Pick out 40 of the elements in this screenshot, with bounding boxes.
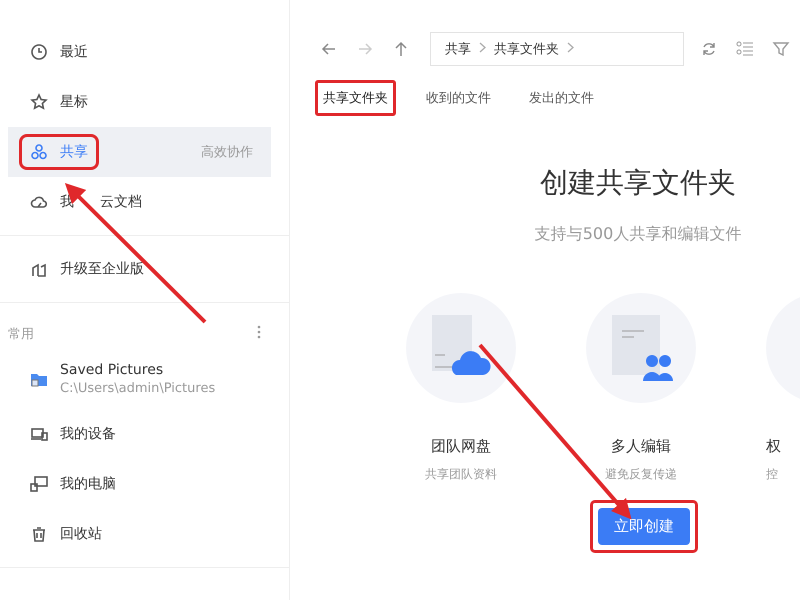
feature-title: 权 [766, 437, 781, 456]
clock-icon [30, 43, 48, 61]
section-heading: 常用 [8, 326, 34, 343]
create-button[interactable]: 立即创建 [598, 508, 690, 545]
item-label: 我的电脑 [60, 475, 116, 493]
feature-title: 多人编辑 [611, 437, 671, 456]
item-label: 升级至企业版 [60, 260, 144, 278]
sidebar-item[interactable]: Saved Pictures C:\Users\admin\Pictures [8, 349, 271, 409]
sidebar-item[interactable]: 回收站 [8, 509, 271, 559]
item-note: 高效协作 [201, 144, 253, 161]
devices-icon [30, 425, 48, 443]
sidebar-item[interactable]: 我的电脑 [8, 459, 271, 509]
item-label: 星标 [60, 93, 88, 111]
sidebar-item[interactable]: 升级至企业版 [8, 244, 271, 294]
feature-description: 控 [766, 466, 778, 483]
page-subtitle: 支持与500人共享和编辑文件 [534, 224, 742, 245]
star-icon [30, 93, 48, 111]
tab[interactable]: 共享文件夹 [315, 80, 396, 116]
share-icon [30, 143, 48, 161]
item-label: Saved Pictures [60, 362, 164, 378]
item-label: 最近 [60, 43, 88, 61]
monitor-icon [30, 475, 48, 493]
item-label: 回收站 [60, 525, 102, 543]
sidebar-item[interactable]: 我的设备 [8, 409, 271, 459]
item-label: 我的设备 [60, 425, 116, 443]
feature-description: 避免反复传递 [605, 466, 677, 483]
page-title: 创建共享文件夹 [540, 165, 736, 201]
tab[interactable]: 发出的文件 [521, 80, 602, 116]
folder-path: C:\Users\admin\Pictures [60, 381, 216, 396]
breadcrumb-bar[interactable]: 共享 共享文件夹 [430, 32, 684, 66]
item-label: 共享 [60, 143, 88, 161]
feature-description: 共享团队资料 [425, 466, 497, 483]
breadcrumb-item[interactable]: 共享文件夹 [494, 40, 559, 58]
tab[interactable]: 收到的文件 [418, 80, 499, 116]
trash-icon [30, 525, 48, 543]
item-label: 云文档 [100, 193, 142, 211]
sidebar-item[interactable]: 最近 [8, 27, 271, 77]
sidebar-item[interactable]: 星标 [8, 77, 271, 127]
feature-title: 团队网盘 [431, 437, 491, 456]
breadcrumb-item[interactable]: 共享 [445, 40, 471, 58]
